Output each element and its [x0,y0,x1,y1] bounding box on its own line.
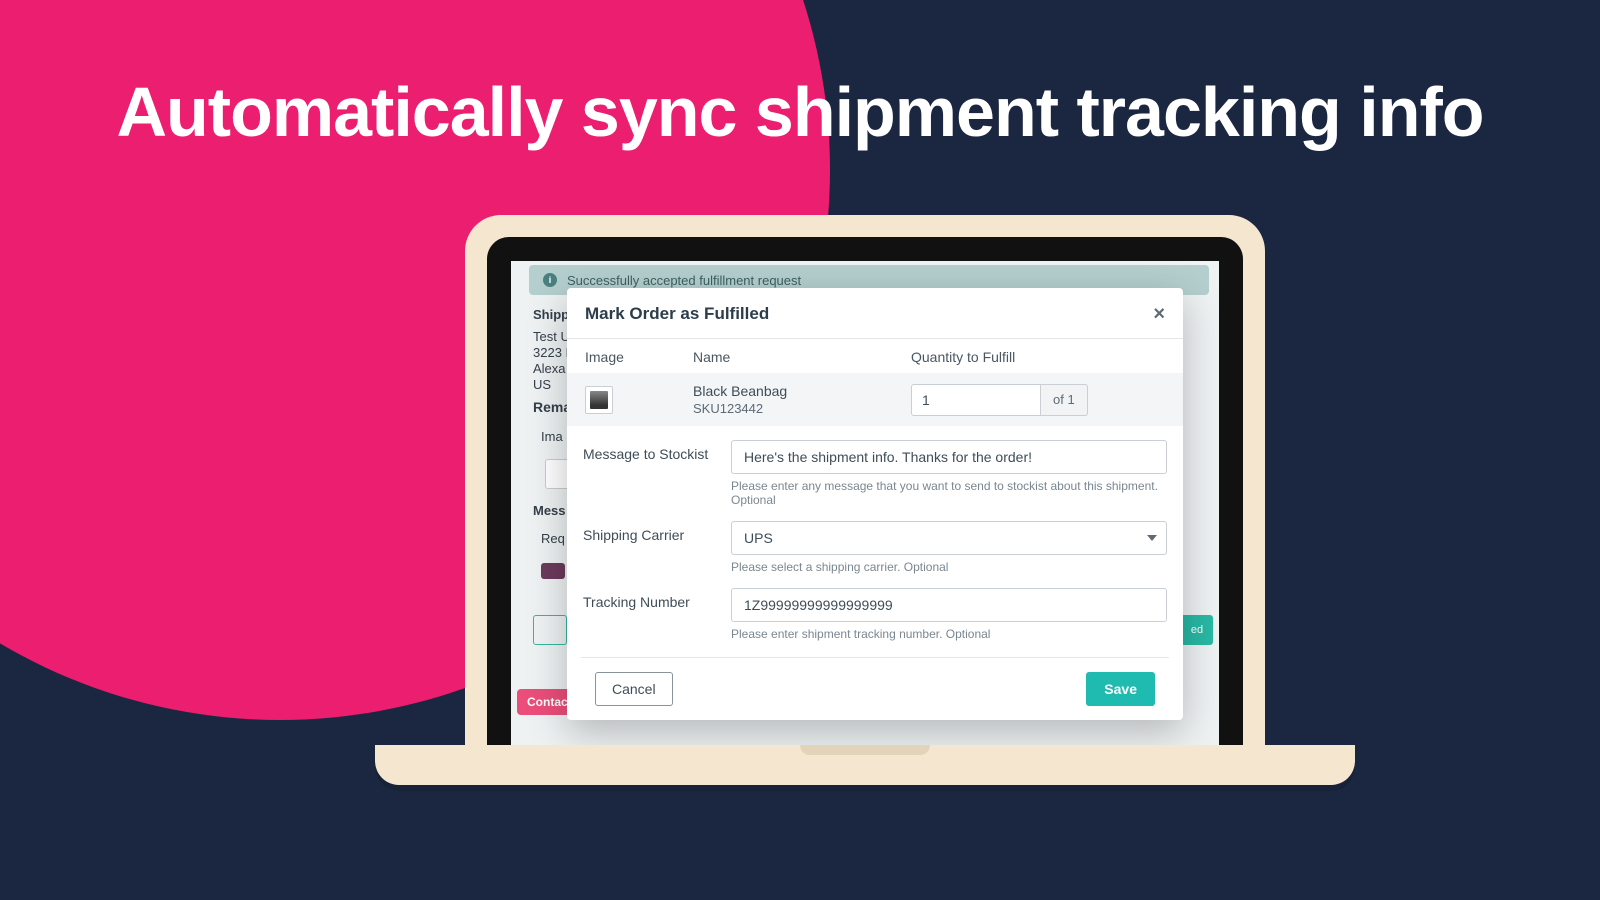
laptop-notch [800,745,930,755]
bg-addr3: Alexa [533,361,566,376]
bg-outline-button [533,615,567,645]
product-sku: SKU123442 [693,401,911,416]
info-icon: i [543,273,557,287]
laptop-base [375,745,1355,785]
banner-text: Successfully accepted fulfillment reques… [567,273,801,288]
product-thumbnail [585,386,613,414]
message-row: Message to Stockist Please enter any mes… [581,426,1169,507]
close-icon[interactable]: × [1153,304,1165,324]
bg-addr2: 3223 I [533,345,569,360]
save-button[interactable]: Save [1086,672,1155,706]
quantity-max-label: of 1 [1041,384,1088,416]
product-name: Black Beanbag [693,383,911,399]
bg-mess: Mess [533,503,566,518]
modal-footer: Cancel Save [581,657,1169,720]
message-label: Message to Stockist [583,440,731,507]
laptop-mockup: i Successfully accepted fulfillment requ… [465,215,1265,775]
message-input[interactable] [731,440,1167,474]
tracking-label: Tracking Number [583,588,731,641]
quantity-input[interactable] [911,384,1041,416]
carrier-label: Shipping Carrier [583,521,731,574]
fulfill-modal: Mark Order as Fulfilled × Image Name Qua… [567,288,1183,720]
screen: i Successfully accepted fulfillment requ… [511,261,1219,775]
bg-req: Req [541,531,565,546]
bg-ima: Ima [541,429,563,444]
col-qty-header: Quantity to Fulfill [911,349,1165,365]
message-help: Please enter any message that you want t… [731,479,1167,507]
modal-body: Image Name Quantity to Fulfill Black Bea… [567,338,1183,720]
headline-text: Automatically sync shipment tracking inf… [0,72,1600,152]
table-row: Black Beanbag SKU123442 of 1 [567,373,1183,426]
bg-badge [541,563,565,579]
cancel-button[interactable]: Cancel [595,672,673,706]
modal-title: Mark Order as Fulfilled [585,304,769,324]
bg-teal-button: ed [1181,615,1213,645]
marketing-slide: Automatically sync shipment tracking inf… [0,0,1600,900]
col-name-header: Name [693,349,911,365]
laptop-bezel: i Successfully accepted fulfillment requ… [487,237,1243,775]
tracking-help: Please enter shipment tracking number. O… [731,627,1167,641]
bg-rema: Rema [533,399,571,415]
carrier-help: Please select a shipping carrier. Option… [731,560,1167,574]
bg-addr4: US [533,377,551,392]
bg-ship-label: Shipp [533,307,569,322]
bg-addr1: Test U [533,329,570,344]
tracking-row: Tracking Number Please enter shipment tr… [581,574,1169,641]
carrier-select[interactable]: UPS [731,521,1167,555]
table-header: Image Name Quantity to Fulfill [581,339,1169,373]
col-image-header: Image [585,349,693,365]
modal-header: Mark Order as Fulfilled × [567,288,1183,338]
carrier-row: Shipping Carrier UPS Please select a shi… [581,507,1169,574]
tracking-input[interactable] [731,588,1167,622]
